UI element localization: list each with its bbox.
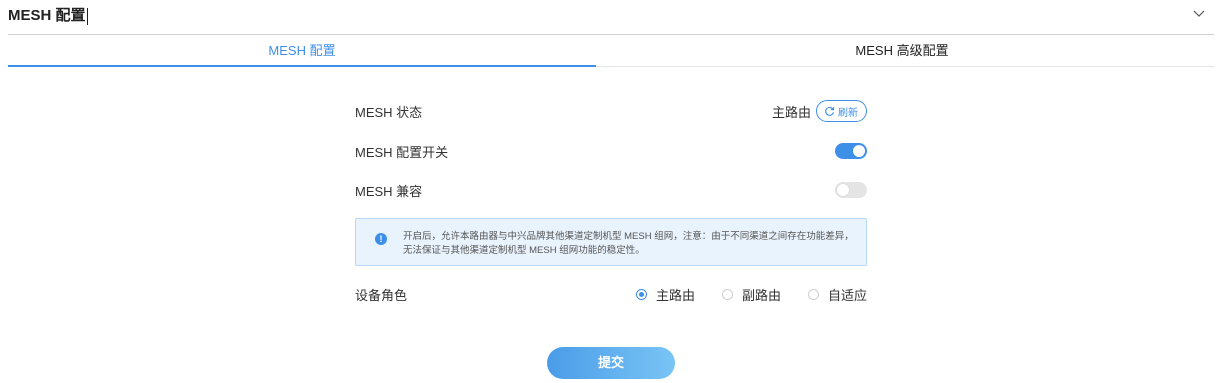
device-role-label: 设备角色: [355, 288, 408, 303]
radio-main-router[interactable]: 主路由: [635, 285, 695, 304]
radio-secondary-router[interactable]: 副路由: [721, 285, 781, 304]
mesh-status-value-group: 主路由 刷新: [772, 99, 867, 123]
mesh-status-value: 主路由: [771, 104, 811, 120]
mesh-compat-label: MESH 兼容: [355, 184, 423, 199]
tab-bar: MESH 配置 MESH 高级配置: [8, 36, 1214, 67]
refresh-label: 刷新: [838, 107, 858, 119]
toggle-knob: [837, 184, 849, 196]
mesh-status-label: MESH 状态: [355, 105, 423, 120]
mesh-switch-toggle[interactable]: [835, 143, 867, 159]
radio-label: 副路由: [741, 287, 781, 303]
radio-dot: [635, 288, 647, 300]
chevron-down-icon[interactable]: [1192, 6, 1206, 20]
text-cursor: [86, 7, 88, 25]
compat-notice: ! 开启后，允许本路由器与中兴品牌其他渠道定制机型 MESH 组网，注意：由于不…: [355, 218, 867, 266]
compat-notice-text: 开启后，允许本路由器与中兴品牌其他渠道定制机型 MESH 组网，注意：由于不同渠…: [403, 231, 854, 256]
device-role-row: 设备角色 主路由 副路由 自适应: [355, 282, 867, 306]
info-icon: !: [375, 233, 387, 245]
section-header[interactable]: MESH 配置: [8, 0, 1214, 35]
radio-adaptive[interactable]: 自适应: [807, 285, 867, 304]
mesh-status-row: MESH 状态 主路由 刷新: [355, 99, 867, 123]
tab-mesh-advanced-config[interactable]: MESH 高级配置: [608, 36, 1196, 66]
refresh-button[interactable]: 刷新: [816, 100, 867, 122]
tab-mesh-config[interactable]: MESH 配置: [8, 36, 596, 67]
mesh-compat-row: MESH 兼容: [355, 178, 867, 202]
device-role-radio-group: 主路由 副路由 自适应: [609, 282, 867, 306]
radio-dot: [721, 288, 733, 300]
submit-button[interactable]: 提交: [547, 347, 675, 379]
mesh-compat-toggle[interactable]: [835, 182, 867, 198]
radio-dot: [807, 288, 819, 300]
radio-label: 自适应: [827, 287, 867, 303]
mesh-switch-row: MESH 配置开关: [355, 139, 867, 163]
radio-label: 主路由: [655, 287, 695, 303]
toggle-knob: [853, 145, 865, 157]
mesh-switch-label: MESH 配置开关: [355, 145, 449, 160]
section-title: MESH 配置: [8, 7, 88, 25]
refresh-icon: [825, 106, 835, 116]
